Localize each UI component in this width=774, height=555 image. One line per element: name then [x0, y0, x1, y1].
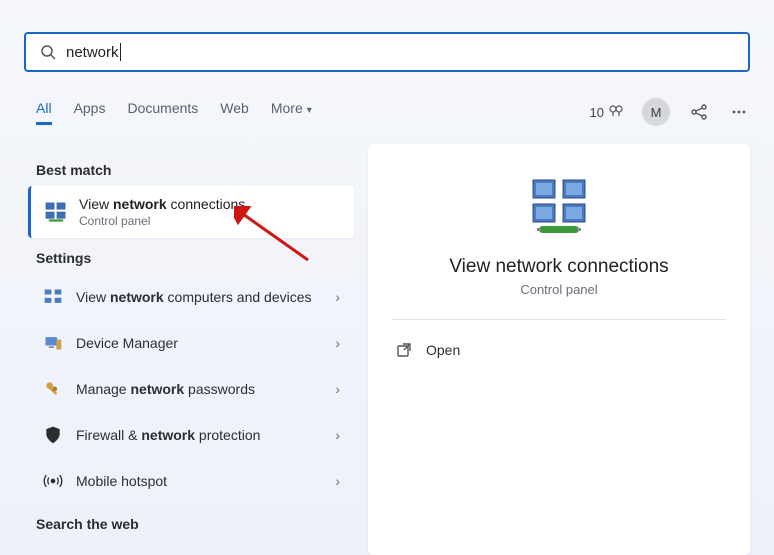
- tab-documents[interactable]: Documents: [127, 100, 198, 125]
- panel-title: View network connections: [392, 256, 726, 278]
- settings-header: Settings: [36, 250, 346, 266]
- tab-all[interactable]: All: [36, 100, 52, 125]
- search-web-header: Search the web: [36, 516, 346, 532]
- settings-item-mobile-hotspot[interactable]: Mobile hotspot ›: [28, 458, 354, 504]
- tab-apps[interactable]: Apps: [74, 100, 106, 125]
- chevron-right-icon: ›: [335, 335, 340, 351]
- network-computers-icon: [42, 286, 64, 308]
- device-manager-icon: [42, 332, 64, 354]
- chevron-right-icon: ›: [335, 289, 340, 305]
- filter-tabs: All Apps Documents Web More▾: [36, 100, 312, 125]
- chevron-right-icon: ›: [335, 473, 340, 489]
- keys-icon: [42, 378, 64, 400]
- search-bar[interactable]: network: [24, 32, 750, 72]
- settings-list: View network computers and devices › Dev…: [28, 274, 354, 504]
- open-label: Open: [426, 342, 460, 358]
- best-match-text: View network connections Control panel: [79, 196, 245, 228]
- filter-tabs-row: All Apps Documents Web More▾ 10 M: [36, 96, 750, 128]
- tab-web[interactable]: Web: [220, 100, 249, 125]
- settings-item-firewall[interactable]: Firewall & network protection ›: [28, 412, 354, 458]
- header-right-icons: 10 M: [590, 98, 750, 126]
- details-panel: View network connections Control panel O…: [368, 144, 750, 555]
- best-match-result[interactable]: View network connections Control panel: [28, 186, 354, 238]
- search-icon: [40, 44, 56, 60]
- settings-item-manage-passwords[interactable]: Manage network passwords ›: [28, 366, 354, 412]
- chevron-right-icon: ›: [335, 427, 340, 443]
- network-connections-large-icon: [527, 176, 591, 240]
- results-left-column: Best match View network connections Cont…: [28, 150, 354, 540]
- user-avatar[interactable]: M: [642, 98, 670, 126]
- search-input-text[interactable]: network: [66, 44, 119, 61]
- rewards-count: 10: [590, 105, 604, 120]
- hotspot-icon: [42, 470, 64, 492]
- network-connections-icon: [45, 201, 67, 223]
- share-icon[interactable]: [688, 101, 710, 123]
- settings-item-network-computers[interactable]: View network computers and devices ›: [28, 274, 354, 320]
- panel-divider: [392, 319, 726, 320]
- panel-subtitle: Control panel: [392, 282, 726, 297]
- chevron-right-icon: ›: [335, 381, 340, 397]
- shield-icon: [42, 424, 64, 446]
- open-action[interactable]: Open: [392, 334, 726, 366]
- text-cursor: [120, 43, 121, 61]
- more-options-icon[interactable]: [728, 101, 750, 123]
- tab-more[interactable]: More▾: [271, 100, 312, 125]
- settings-item-device-manager[interactable]: Device Manager ›: [28, 320, 354, 366]
- medal-icon: [608, 103, 624, 122]
- chevron-down-icon: ▾: [307, 105, 312, 116]
- best-match-header: Best match: [36, 162, 346, 178]
- open-external-icon: [396, 342, 412, 358]
- rewards-badge[interactable]: 10: [590, 103, 624, 122]
